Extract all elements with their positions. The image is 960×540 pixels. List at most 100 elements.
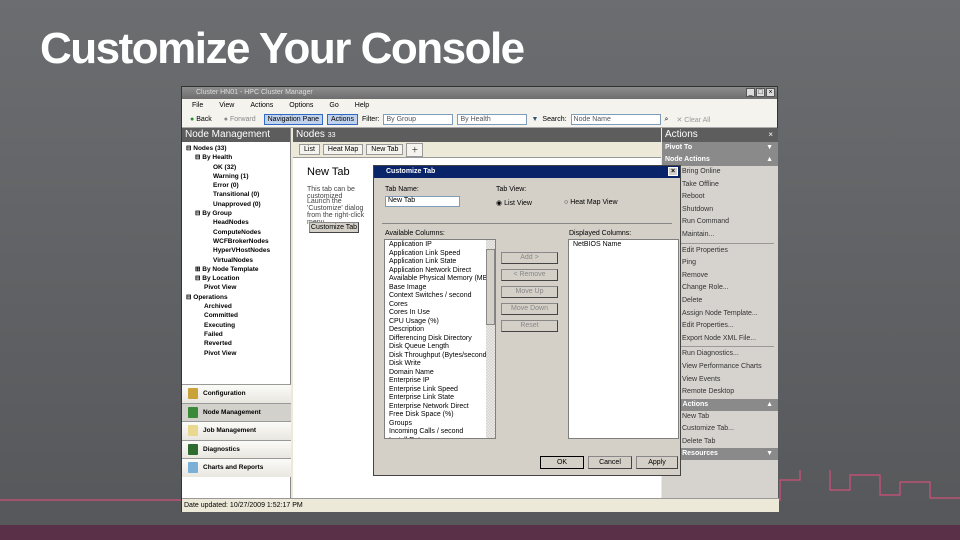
tree-item[interactable]: ⊟ Nodes (33) [182,144,290,153]
tree-item[interactable]: ⊟ By Location [182,274,290,283]
maximize-button[interactable]: □ [756,88,765,97]
dialog-close-button[interactable]: × [668,167,678,176]
tree-item[interactable]: VirtualNodes [182,256,290,265]
reset-button[interactable]: Reset [501,320,558,332]
add-button[interactable]: Add > [501,252,558,264]
column-item[interactable]: Groups [387,420,495,429]
column-item[interactable]: Description [387,326,495,335]
column-item[interactable]: Enterprise IP [387,377,495,386]
column-item[interactable]: Application IP [387,241,495,250]
column-item[interactable]: Base Image [387,284,495,293]
navigation-pane-button[interactable]: Navigation Pane [263,114,323,125]
nav-node-management[interactable]: Node Management [182,402,291,421]
menu-item-file[interactable]: File [192,99,203,112]
column-item[interactable]: CPU Usage (%) [387,318,495,327]
tree-item[interactable]: Failed [182,330,290,339]
nav-charts-and-reports[interactable]: Charts and Reports [182,458,291,477]
tree-item[interactable]: ComputeNodes [182,228,290,237]
tree-item[interactable]: Pivot View [182,349,290,358]
column-item[interactable]: Enterprise Network Direct [387,403,495,412]
collapse-icon[interactable]: ▲ [766,399,773,411]
actions-button[interactable]: Actions [327,114,358,125]
collapse-icon[interactable]: ▲ [766,154,773,166]
tree-item[interactable]: WCFBrokerNodes [182,237,290,246]
tree-item[interactable]: ⊞ By Node Template [182,265,290,274]
menu-item-help[interactable]: Help [355,99,369,112]
move-down-button[interactable]: Move Down [501,303,558,315]
clear-all-button[interactable]: ✕ Clear All [672,114,714,126]
expand-icon[interactable]: ▼ [766,142,773,154]
health-filter-select[interactable]: By Health [457,114,528,125]
column-item[interactable]: Application Link State [387,258,495,267]
nav-configuration[interactable]: Configuration [182,384,291,403]
tab-heat-map[interactable]: Heat Map [322,144,364,155]
ok-button[interactable]: OK [540,456,584,469]
group-filter-select[interactable]: By Group [383,114,454,125]
customize-tab-button[interactable]: Customize Tab [309,222,359,233]
column-item[interactable]: Differencing Disk Directory [387,335,495,344]
tree-item[interactable]: ⊟ By Group [182,209,290,218]
menu-item-go[interactable]: Go [329,99,338,112]
column-item[interactable]: Incoming Calls / second [387,428,495,437]
scrollbar-thumb[interactable] [486,249,495,325]
column-item[interactable]: Domain Name [387,369,495,378]
column-item[interactable]: Enterprise Link Speed [387,386,495,395]
column-item[interactable]: Free Disk Space (%) [387,411,495,420]
nav-job-management[interactable]: Job Management [182,421,291,440]
tree-item[interactable]: Transitional (0) [182,190,290,199]
move-up-button[interactable]: Move Up [501,286,558,298]
tree-item[interactable]: ⊟ By Health [182,153,290,162]
column-item[interactable]: Available Physical Memory (MBytes) [387,275,495,284]
heat-map-view-radio[interactable]: ○ Heat Map View [564,199,618,206]
tab-list[interactable]: List [299,144,320,155]
close-actions-icon[interactable]: × [768,128,773,142]
nav-diagnostics[interactable]: Diagnostics [182,439,291,458]
tree-item[interactable]: Archived [182,302,290,311]
column-item[interactable]: Disk Write [387,360,495,369]
scrollbar[interactable] [486,240,495,438]
tree-item[interactable]: OK (32) [182,163,290,172]
minimize-button[interactable]: _ [746,88,755,97]
column-item[interactable]: Cores In Use [387,309,495,318]
apply-button[interactable]: Apply [636,456,678,469]
tree-item[interactable]: Warning (1) [182,172,290,181]
list-view-radio[interactable]: ◉ List View [496,199,532,207]
column-item[interactable]: Application Link Speed [387,250,495,259]
nav-label: Node Management [203,408,261,416]
tree-item[interactable]: Unapproved (0) [182,200,290,209]
tree-item[interactable]: Pivot View [182,283,290,292]
add-tab-button[interactable]: ＋ [406,142,424,157]
tree-item[interactable]: Committed [182,311,290,320]
column-item[interactable]: NetBIOS Name [571,241,678,250]
remove-button[interactable]: < Remove [501,269,558,281]
cancel-button[interactable]: Cancel [588,456,632,469]
tree-item[interactable]: Executing [182,321,290,330]
tree-item[interactable]: HeadNodes [182,218,290,227]
tab-name-input[interactable]: New Tab [385,196,460,207]
column-item[interactable]: Application Network Direct [387,267,495,276]
displayed-columns-list[interactable]: NetBIOS Name [568,239,679,439]
filter-icon[interactable]: ▼ [531,116,538,123]
expand-icon[interactable]: ▼ [766,448,773,460]
column-item[interactable]: Context Switches / second [387,292,495,301]
tab-new-tab[interactable]: New Tab [366,144,404,155]
column-item[interactable]: Install Retry [387,437,495,439]
search-icon[interactable]: ⌕ [665,116,669,124]
column-item[interactable]: Disk Queue Length [387,343,495,352]
search-input[interactable]: Node Name [570,114,661,125]
column-item[interactable]: Cores [387,301,495,310]
column-item[interactable]: Enterprise Link State [387,394,495,403]
menu-item-options[interactable]: Options [289,99,313,112]
tree-item[interactable]: Error (0) [182,181,290,190]
tree-item[interactable]: HyperVHostNodes [182,246,290,255]
tree-item[interactable]: Reverted [182,339,290,348]
menu-item-actions[interactable]: Actions [250,99,273,112]
close-button[interactable]: × [766,88,775,97]
pivot-to-section[interactable]: Pivot To ▼ [662,142,778,154]
back-button[interactable]: ● Back [186,114,216,125]
tree-item[interactable]: ⊟ Operations [182,293,290,302]
column-item[interactable]: Disk Throughput (Bytes/second) [387,352,495,361]
menu-item-view[interactable]: View [219,99,234,112]
available-columns-list[interactable]: Application IP Application Link Speed Appl… [384,239,496,439]
forward-button[interactable]: ● Forward [220,114,260,125]
